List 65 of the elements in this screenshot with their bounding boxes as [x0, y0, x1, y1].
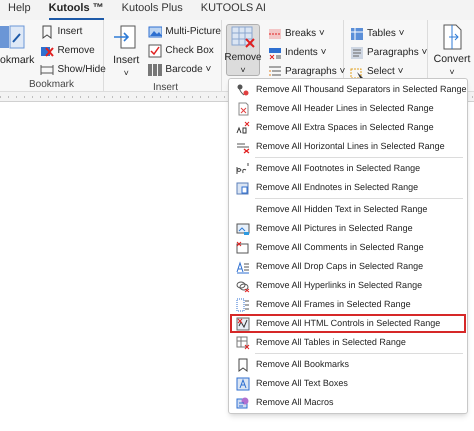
breaks-icon [268, 26, 282, 40]
menu-item[interactable]: Remove All Thousand Separators in Selected Range [230, 80, 466, 99]
group-label: Insert [152, 81, 179, 95]
frame-icon [236, 298, 250, 312]
table-icon [350, 26, 364, 40]
big-button[interactable]: Insert ˅ [110, 24, 142, 80]
ribbon-tab[interactable]: Kutools Plus [122, 0, 183, 20]
ribbon-tab[interactable]: KUTOOLS AI [200, 0, 266, 20]
endnote-icon [236, 180, 250, 194]
ribbon-button[interactable]: Indents ˅ [268, 45, 343, 60]
text-box-icon [236, 376, 250, 390]
bookmark-icon [0, 24, 26, 50]
menu-item[interactable]: Remove All Extra Spaces in Selected Range [230, 118, 466, 137]
separator-icon [236, 82, 250, 96]
menu-item[interactable]: Remove All Hidden Text in Selected Range [230, 200, 466, 219]
big-button[interactable]: okmark [0, 24, 34, 77]
menu-item[interactable]: Remove All Endnotes in Selected Range [230, 178, 466, 197]
menu-item[interactable]: Remove All Header Lines in Selected Range [230, 99, 466, 118]
picture-icon [148, 24, 162, 38]
footnote-icon [236, 162, 250, 176]
menu-item[interactable]: Remove All Hyperlinks in Selected Range [230, 276, 466, 295]
table-icon [236, 336, 250, 350]
menu-item[interactable]: Remove All Macros [230, 393, 466, 412]
menu-item[interactable]: Remove All Horizontal Lines in Selected Range [230, 137, 466, 156]
barcode-icon [148, 62, 162, 76]
ribbon-button[interactable]: Breaks ˅ [268, 26, 343, 41]
convert-button[interactable]: Convert ˅ [432, 24, 472, 79]
comment-icon [236, 240, 250, 254]
ribbon-button[interactable]: Check Box [148, 43, 221, 58]
ribbon-tab[interactable]: Help [8, 0, 31, 20]
indents-icon [268, 46, 282, 60]
ribbon-button[interactable]: Remove [40, 43, 106, 58]
ribbon-button[interactable]: Paragraphs ˅ [268, 64, 343, 79]
bookmark-icon [40, 24, 54, 38]
drop-cap-icon [236, 260, 250, 274]
show-hide-icon [40, 62, 54, 76]
chart-icon [236, 316, 250, 330]
ribbon-button[interactable]: Insert [40, 24, 106, 39]
macro-icon [236, 396, 250, 410]
menu-item[interactable]: Remove All Pictures in Selected Range [230, 219, 466, 238]
menu-item[interactable]: Remove All HTML Controls in Selected Range [230, 314, 466, 333]
menu-item[interactable]: Remove All Bookmarks [230, 355, 466, 374]
spacing-icon [236, 120, 250, 134]
ribbon-button[interactable]: Multi-Picture [148, 24, 221, 39]
menu-item[interactable]: Remove All Comments in Selected Range [230, 238, 466, 257]
document-icon [236, 102, 250, 116]
link-icon [236, 278, 250, 292]
checkbox-icon [148, 44, 162, 58]
ribbon-button[interactable]: Tables ˅ [350, 26, 427, 41]
ribbon-button[interactable]: Select ˅ [350, 64, 427, 79]
ribbon-button[interactable]: Barcode ˅ [148, 62, 221, 77]
remove-button[interactable]: Remove ˅ [226, 24, 260, 76]
menu-item[interactable]: Remove All Frames in Selected Range [230, 295, 466, 314]
group-label: Bookmark [28, 78, 75, 92]
paragraphs-icon [350, 46, 364, 60]
menu-item[interactable]: Remove All Footnotes in Selected Range [230, 159, 466, 178]
ribbon-button[interactable]: Paragraphs ˅ [350, 45, 427, 60]
bookmark-icon [236, 358, 250, 372]
menu-item[interactable]: Remove All Text Boxes [230, 374, 466, 393]
picture-icon [236, 222, 250, 236]
menu-item[interactable]: Remove All Tables in Selected Range [230, 333, 466, 352]
ribbon-button[interactable]: Show/Hide [40, 62, 106, 77]
remove-table-icon [230, 25, 256, 49]
paragraphs-icon [268, 64, 282, 78]
menu-item[interactable]: Remove All Drop Caps in Selected Range [230, 257, 466, 276]
